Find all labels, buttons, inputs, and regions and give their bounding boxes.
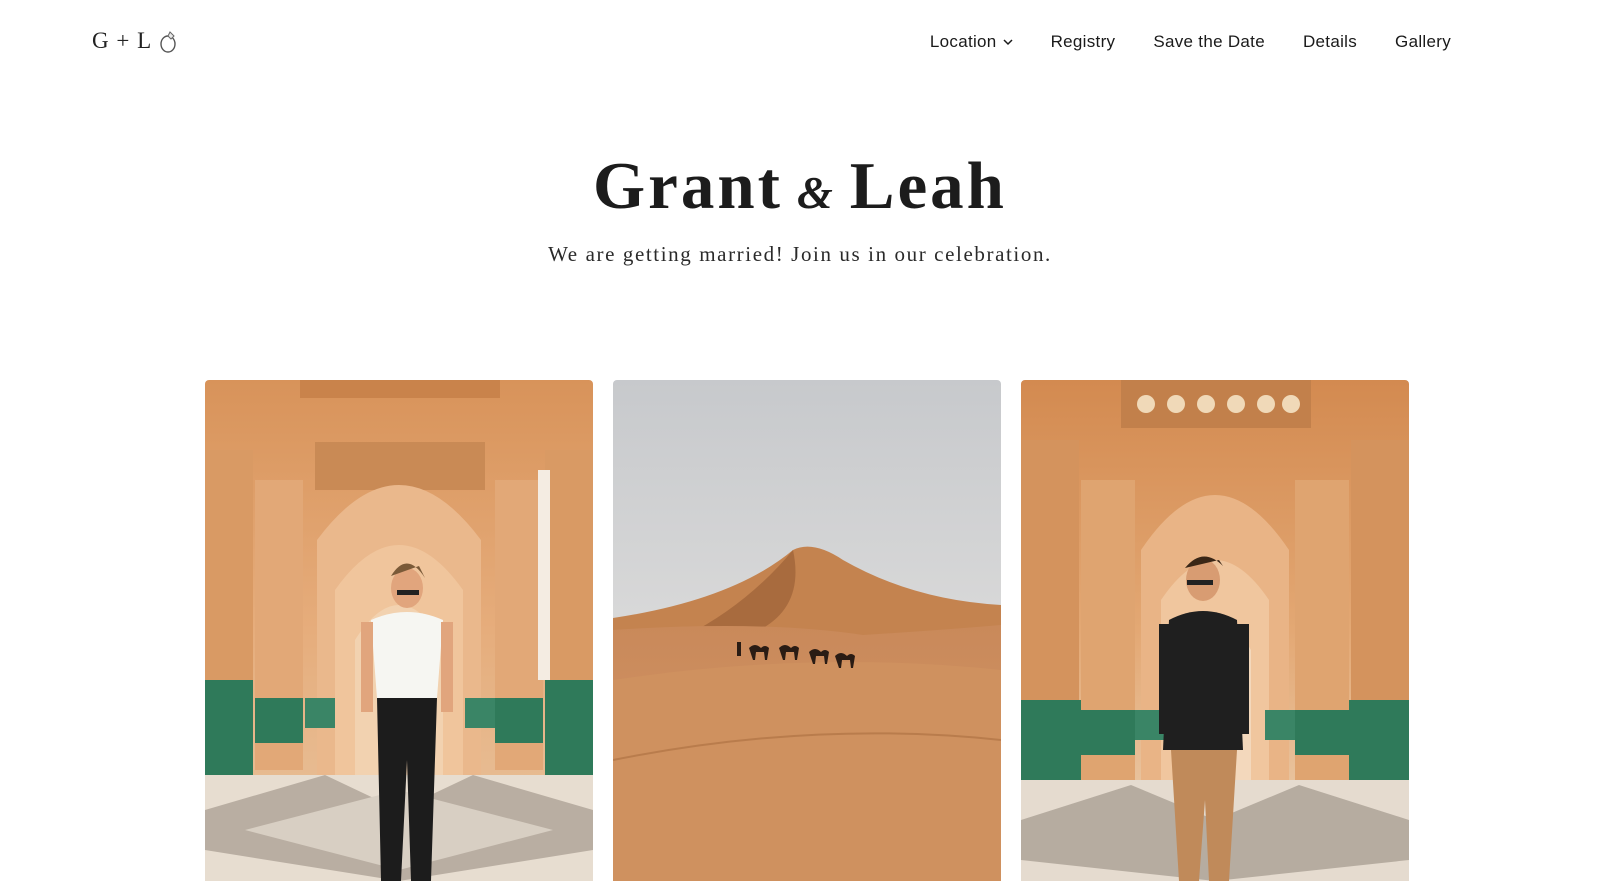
site-header: G + L Location Registry Save the Date De…: [0, 0, 1600, 84]
chevron-down-icon: [1003, 39, 1013, 46]
nav-item-details[interactable]: Details: [1303, 28, 1357, 56]
site-logo[interactable]: G + L: [92, 26, 180, 56]
photo-gallery: [205, 380, 1411, 881]
nav-item-label: Save the Date: [1153, 32, 1265, 51]
nav-item-gallery[interactable]: Gallery: [1395, 28, 1451, 56]
nav-item-save-the-date[interactable]: Save the Date: [1153, 28, 1265, 56]
woman-in-archway-photo[interactable]: [205, 380, 593, 881]
couple-names-title: Grant & Leah: [0, 146, 1600, 233]
nav-item-location[interactable]: Location: [930, 28, 1013, 56]
name-leah: Leah: [849, 149, 1007, 223]
ampersand: &: [796, 167, 836, 218]
name-grant: Grant: [593, 149, 783, 223]
ring-icon: [160, 31, 176, 53]
nav-item-label: Gallery: [1395, 32, 1451, 51]
nav-item-registry[interactable]: Registry: [1051, 28, 1116, 56]
nav-item-label: Location: [929, 32, 997, 51]
logo-text: G + L: [92, 28, 153, 53]
nav-item-label: Registry: [1050, 32, 1116, 51]
main-nav: Location Registry Save the Date Details …: [930, 28, 1451, 56]
nav-item-label: Details: [1302, 32, 1358, 51]
hero-subtitle: We are getting married! Join us in our c…: [548, 242, 1052, 266]
desert-camels-photo[interactable]: [613, 380, 1001, 881]
man-in-archway-photo[interactable]: [1021, 380, 1409, 881]
